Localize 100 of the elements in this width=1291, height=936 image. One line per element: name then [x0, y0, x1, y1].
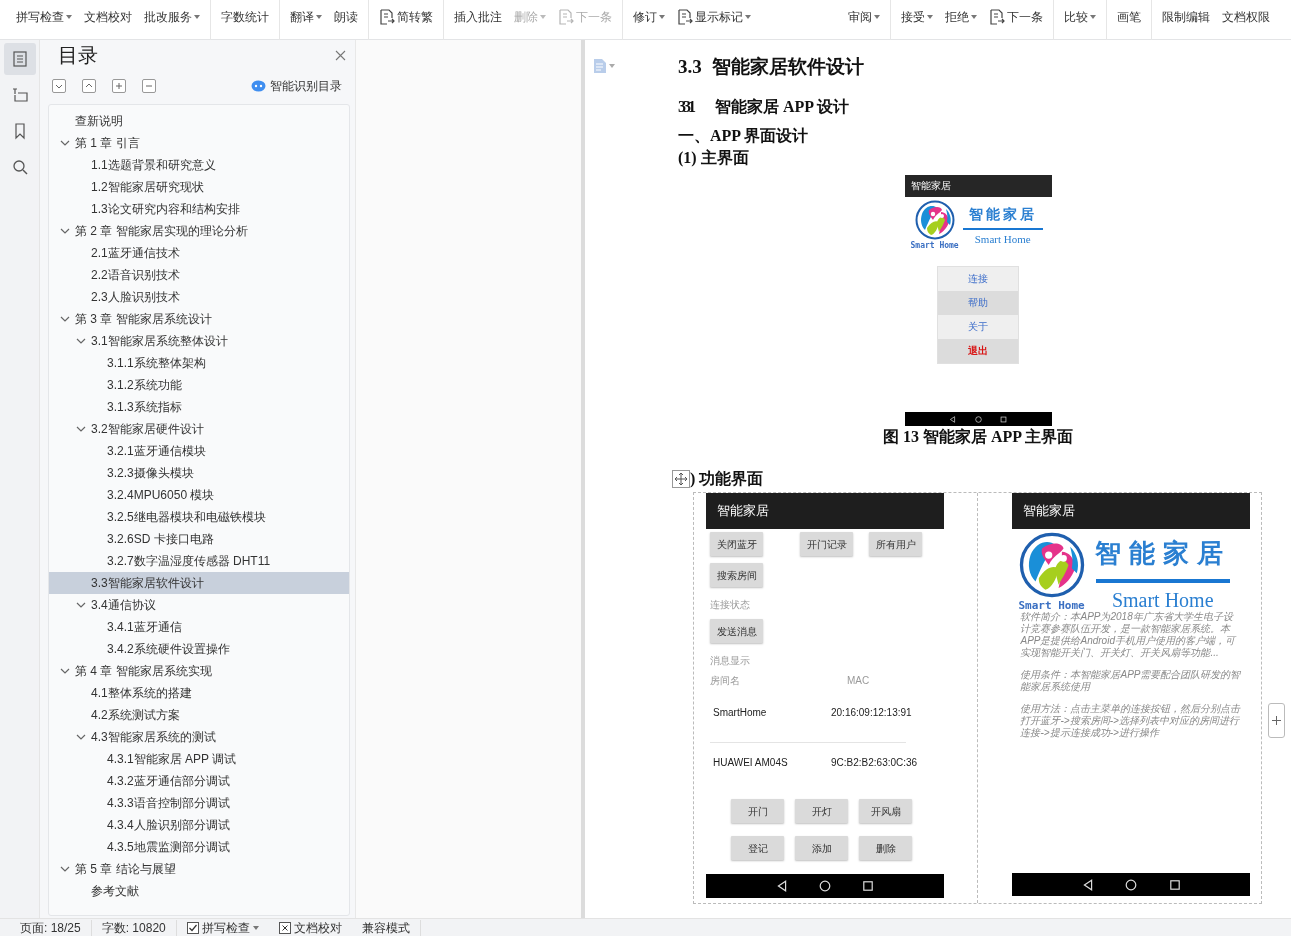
chevron-icon[interactable]: [76, 600, 86, 610]
outline-item[interactable]: 3.2.4MPU6050 模块: [49, 484, 349, 506]
outline-tool-button[interactable]: [142, 79, 156, 93]
outline-item[interactable]: 4.3.4人脸识别部分调试: [49, 814, 349, 836]
outline-tool-button[interactable]: [82, 79, 96, 93]
logo-drawing: [914, 200, 955, 240]
outline-item[interactable]: 参考文献: [49, 880, 349, 902]
toolbar-button[interactable]: 插入批注: [450, 6, 506, 28]
app-button[interactable]: 开灯: [795, 799, 848, 823]
app-button[interactable]: 开门记录: [800, 532, 853, 556]
outline-item[interactable]: 3.1.3系统指标: [49, 396, 349, 418]
outline-item[interactable]: 3.1智能家居系统整体设计: [49, 330, 349, 352]
toolbar-button[interactable]: 拼写检查: [12, 6, 76, 28]
chevron-icon[interactable]: [60, 226, 70, 236]
toolbar-button[interactable]: 字数统计: [217, 6, 273, 28]
toolbar-button[interactable]: 比较: [1060, 6, 1100, 28]
outline-item[interactable]: 4.3智能家居系统的测试: [49, 726, 349, 748]
toolbar-button[interactable]: 简转繁: [375, 6, 437, 28]
menu-button[interactable]: 退出: [937, 339, 1018, 363]
app-button[interactable]: 发送消息: [710, 619, 763, 643]
outline-item[interactable]: 第 4 章 智能家居系统实现: [49, 660, 349, 682]
spell-check-toggle[interactable]: 拼写检查: [176, 919, 269, 936]
outline-item[interactable]: 3.1.1系统整体架构: [49, 352, 349, 374]
outline-item[interactable]: 第 3 章 智能家居系统设计: [49, 308, 349, 330]
back-icon[interactable]: [1082, 878, 1095, 891]
outline-tool-button[interactable]: [52, 79, 66, 93]
app-button[interactable]: 所有用户: [869, 532, 922, 556]
outline-item[interactable]: 3.2.7数字温湿度传感器 DHT11: [49, 550, 349, 572]
back-icon[interactable]: [949, 415, 957, 423]
move-handle[interactable]: [672, 470, 690, 488]
recents-icon[interactable]: [1168, 878, 1181, 891]
outline-item[interactable]: 第 2 章 智能家居实现的理论分析: [49, 220, 349, 242]
outline-item[interactable]: 4.3.1智能家居 APP 调试: [49, 748, 349, 770]
outline-item[interactable]: 4.2系统测试方案: [49, 704, 349, 726]
outline-item[interactable]: 3.3智能家居软件设计: [49, 572, 349, 594]
app-button[interactable]: 删除: [859, 836, 912, 860]
home-icon[interactable]: [819, 880, 831, 892]
outline-item[interactable]: 3.2.5继电器模块和电磁铁模块: [49, 506, 349, 528]
outline-item[interactable]: 4.3.3语音控制部分调试: [49, 792, 349, 814]
outline-item[interactable]: 4.3.2蓝牙通信部分调试: [49, 770, 349, 792]
status-text: 兼容模式: [351, 919, 421, 936]
outline-item[interactable]: 2.3人脸识别技术: [49, 286, 349, 308]
chevron-icon[interactable]: [76, 424, 86, 434]
proofread-button[interactable]: 文档校对: [268, 919, 352, 936]
outline-item[interactable]: 3.2.6SD 卡接口电路: [49, 528, 349, 550]
toolbar-button[interactable]: 画笔: [1113, 6, 1145, 28]
toolbar-button[interactable]: 显示标记: [673, 6, 755, 28]
chevron-icon[interactable]: [60, 864, 70, 874]
outline-item[interactable]: 1.2智能家居研究现状: [49, 176, 349, 198]
outline-tool-button[interactable]: [112, 79, 126, 93]
outline-item[interactable]: 第 5 章 结论与展望: [49, 858, 349, 880]
app-button[interactable]: 关闭蓝牙: [710, 532, 763, 556]
outline-item[interactable]: 3.2智能家居硬件设计: [49, 418, 349, 440]
app-button[interactable]: 添加: [795, 836, 848, 860]
chevron-icon[interactable]: [60, 666, 70, 676]
app-button[interactable]: 开门: [731, 799, 784, 823]
outline-item[interactable]: 4.1整体系统的搭建: [49, 682, 349, 704]
close-button[interactable]: [335, 49, 346, 61]
back-icon[interactable]: [775, 880, 788, 892]
outline-item[interactable]: 3.4通信协议: [49, 594, 349, 616]
outline-item[interactable]: 1.1选题背景和研究意义: [49, 154, 349, 176]
recents-icon[interactable]: [862, 880, 875, 892]
chevron-icon[interactable]: [60, 314, 70, 324]
chevron-icon[interactable]: [60, 138, 70, 148]
menu-button[interactable]: 连接: [937, 267, 1018, 291]
outline-item[interactable]: 1.3论文研究内容和结构安排: [49, 198, 349, 220]
menu-button[interactable]: 关于: [937, 315, 1018, 339]
recents-icon[interactable]: [999, 415, 1007, 423]
list-cell-text: 9C:B2:B2:63:0C:36: [831, 756, 919, 770]
outline-item[interactable]: 第 1 章 引言: [49, 132, 349, 154]
outline-item[interactable]: 查新说明: [49, 110, 349, 132]
toolbar-button[interactable]: 拒绝: [941, 6, 981, 28]
outline-item[interactable]: 3.2.3摄像头模块: [49, 462, 349, 484]
toolbar-button[interactable]: 审阅: [844, 6, 884, 28]
toolbar-button[interactable]: 文档校对: [80, 6, 136, 28]
toolbar-button[interactable]: 限制编辑: [1158, 6, 1214, 28]
app-button[interactable]: 登记: [731, 836, 784, 860]
toolbar-button[interactable]: 朗读: [330, 6, 362, 28]
smart-toc-button[interactable]: 智能识别目录: [251, 77, 342, 95]
toolbar-button[interactable]: 文档权限: [1218, 6, 1274, 28]
chevron-icon[interactable]: [76, 336, 86, 346]
home-icon[interactable]: [1125, 878, 1138, 891]
outline-item[interactable]: 3.2.1蓝牙通信模块: [49, 440, 349, 462]
toolbar-button[interactable]: 翻译: [286, 6, 326, 28]
panel-tab[interactable]: [3, 43, 36, 75]
outline-item[interactable]: 2.1蓝牙通信技术: [49, 242, 349, 264]
outline-item[interactable]: 3.1.2系统功能: [49, 374, 349, 396]
outline-item[interactable]: 3.4.1蓝牙通信: [49, 616, 349, 638]
outline-item[interactable]: 2.2语音识别技术: [49, 264, 349, 286]
menu-button[interactable]: 帮助: [937, 291, 1018, 315]
app-button[interactable]: 搜索房间: [710, 563, 763, 587]
toolbar-button[interactable]: 批改服务: [140, 6, 204, 28]
toolbar-button[interactable]: 接受: [897, 6, 937, 28]
outline-item[interactable]: 4.3.5地震监测部分调试: [49, 836, 349, 858]
chevron-icon[interactable]: [76, 732, 86, 742]
toolbar-button[interactable]: 修订: [629, 6, 669, 28]
toolbar-button[interactable]: 下一条: [985, 6, 1047, 28]
outline-item[interactable]: 3.4.2系统硬件设置操作: [49, 638, 349, 660]
add-button[interactable]: [1268, 703, 1285, 738]
app-button[interactable]: 开风扇: [859, 799, 912, 823]
